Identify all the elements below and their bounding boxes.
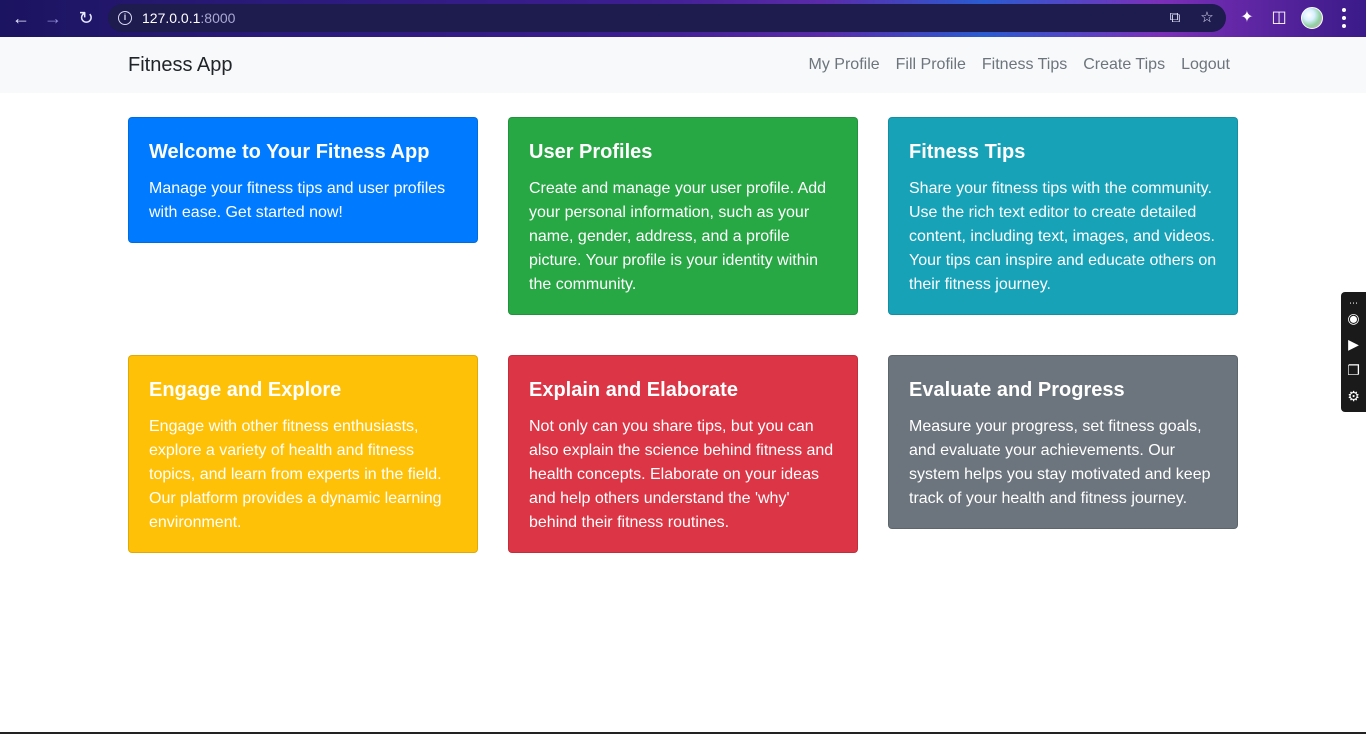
card-text: Measure your progress, set fitness goals… (909, 418, 1211, 507)
camera-icon[interactable]: ◉ (1344, 309, 1363, 328)
reload-icon[interactable]: ↻ (73, 6, 99, 30)
card-text: Create and manage your user profile. Add… (529, 180, 827, 293)
address-bar[interactable]: i 127.0.0.1:8000 ⧉ ☆ (108, 4, 1226, 32)
profile-avatar[interactable] (1301, 7, 1323, 29)
card-title: Welcome to Your Fitness App (149, 141, 430, 163)
card-title: Fitness Tips (909, 141, 1026, 163)
brand-link[interactable]: Fitness App (128, 54, 233, 77)
forward-arrow-icon[interactable]: → (40, 6, 66, 30)
card-explain-elaborate: Explain and Elaborate Not only can you s… (508, 355, 858, 553)
card-evaluate-progress: Evaluate and Progress Measure your progr… (888, 355, 1238, 529)
card-user-profiles: User Profiles Create and manage your use… (508, 117, 858, 315)
nav-logout[interactable]: Logout (1181, 56, 1230, 74)
card-title: User Profiles (529, 141, 653, 163)
card-welcome: Welcome to Your Fitness App Manage your … (128, 117, 478, 243)
video-icon[interactable]: ▶ (1344, 335, 1363, 354)
nav-create-tips[interactable]: Create Tips (1083, 56, 1165, 74)
nav-fill-profile[interactable]: Fill Profile (896, 56, 966, 74)
share-icon[interactable]: ⧉ (1166, 10, 1184, 26)
card-title: Evaluate and Progress (909, 379, 1125, 401)
url-port: :8000 (200, 10, 236, 26)
gear-icon[interactable]: ⚙ (1344, 387, 1363, 406)
card-text: Manage your fitness tips and user profil… (149, 180, 446, 221)
url-text[interactable]: 127.0.0.1:8000 (142, 10, 235, 26)
card-title: Engage and Explore (149, 379, 342, 401)
card-text: Engage with other fitness enthusiasts, e… (149, 418, 442, 531)
site-info-icon[interactable]: i (118, 11, 132, 25)
back-arrow-icon[interactable]: ← (8, 6, 34, 30)
nav-my-profile[interactable]: My Profile (809, 56, 880, 74)
url-host: 127.0.0.1 (142, 10, 201, 26)
card-text: Not only can you share tips, but you can… (529, 418, 834, 531)
nav-fitness-tips[interactable]: Fitness Tips (982, 56, 1067, 74)
card-fitness-tips: Fitness Tips Share your fitness tips wit… (888, 117, 1238, 315)
side-panel-icon[interactable]: ◫ (1269, 8, 1289, 28)
browser-toolbar: ← → ↻ i 127.0.0.1:8000 ⧉ ☆ ✦ ◫ (0, 0, 1366, 37)
window-icon[interactable]: ❐ (1344, 361, 1363, 380)
card-engage-explore: Engage and Explore Engage with other fit… (128, 355, 478, 553)
app-navbar: Fitness App My Profile Fill Profile Fitn… (0, 37, 1366, 93)
star-icon[interactable]: ☆ (1198, 10, 1216, 26)
nav-links: My Profile Fill Profile Fitness Tips Cre… (809, 56, 1230, 74)
puzzle-icon[interactable]: ✦ (1237, 8, 1257, 28)
card-text: Share your fitness tips with the communi… (909, 180, 1217, 293)
kebab-menu-icon[interactable] (1340, 8, 1348, 28)
card-title: Explain and Elaborate (529, 379, 738, 401)
capture-toolbar: ⋯ ◉ ▶ ❐ ⚙ (1341, 292, 1366, 412)
